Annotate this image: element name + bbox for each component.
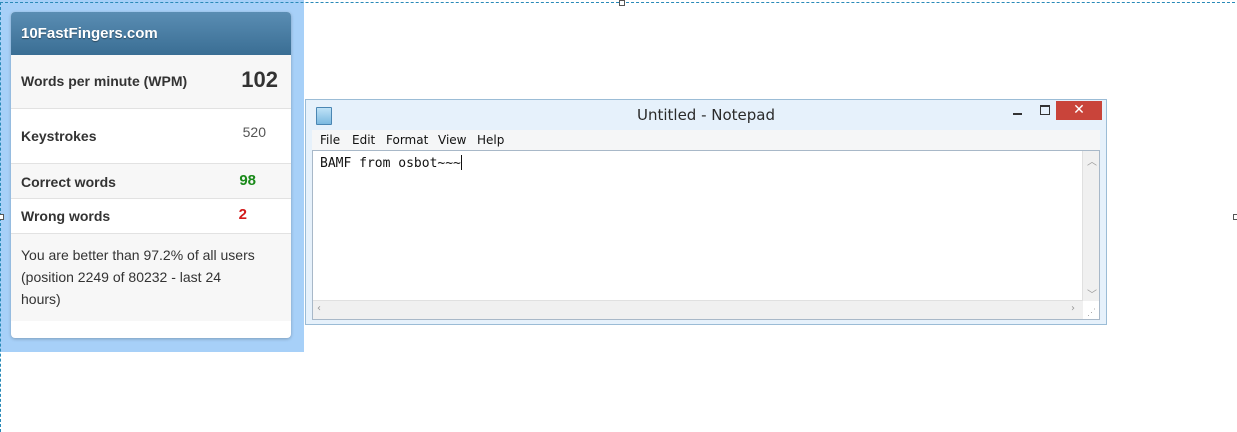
scroll-down-icon[interactable]: ﹀ <box>1087 286 1097 301</box>
scroll-right-icon[interactable]: › <box>1071 303 1075 314</box>
menu-edit[interactable]: Edit <box>352 133 375 147</box>
wpm-value: 102 <box>241 67 278 92</box>
title-bar[interactable]: Untitled - Notepad ✕ <box>306 100 1106 130</box>
menu-file[interactable]: File <box>320 133 340 147</box>
typing-results-card: 10FastFingers.com Words per minute (WPM)… <box>11 12 291 338</box>
minimize-icon <box>1013 113 1022 115</box>
vertical-scrollbar[interactable]: ︿ ﹀ <box>1082 151 1099 301</box>
menu-view[interactable]: View <box>438 133 466 147</box>
minimize-button[interactable] <box>1005 101 1031 119</box>
window-title: Untitled - Notepad <box>636 106 776 124</box>
resize-handle-right[interactable] <box>1233 214 1237 220</box>
horizontal-scrollbar[interactable]: ‹ › <box>313 300 1083 319</box>
ranking-note: You are better than 97.2% of all users (… <box>11 234 291 321</box>
menu-format[interactable]: Format <box>386 133 428 147</box>
correct-words-value: 98 <box>239 172 256 189</box>
close-icon: ✕ <box>1073 102 1085 118</box>
wrong-words-label: Wrong words <box>21 208 111 224</box>
scroll-up-icon[interactable]: ︿ <box>1087 153 1097 168</box>
resize-grip-icon[interactable]: ⋰ <box>1087 307 1097 317</box>
close-button[interactable]: ✕ <box>1056 101 1102 120</box>
ranking-note-line1: You are better than 97.2% of all users <box>21 247 255 263</box>
resize-handle-left[interactable] <box>0 214 4 220</box>
card-header: 10FastFingers.com <box>11 12 291 55</box>
editor-text: BAMF from osbot~~~ <box>320 156 461 171</box>
correct-words-row: Correct words 98 <box>11 164 291 199</box>
keystrokes-value: 520 <box>242 124 266 140</box>
correct-words-label: Correct words <box>21 174 116 190</box>
wrong-words-value: 2 <box>238 206 247 223</box>
wrong-words-row: Wrong words 2 <box>11 199 291 234</box>
text-editor[interactable]: BAMF from osbot~~~ ︿ ﹀ ‹ › ⋰ <box>312 150 1100 320</box>
wpm-row: Words per minute (WPM) 102 <box>11 55 291 109</box>
notepad-window[interactable]: Untitled - Notepad ✕ File Edit Format Vi… <box>305 99 1107 325</box>
menu-bar: File Edit Format View Help <box>312 130 1100 150</box>
keystrokes-label: Keystrokes <box>21 128 97 144</box>
ranking-note-line3: hours) <box>21 291 61 307</box>
keystrokes-row: Keystrokes 520 <box>11 109 291 164</box>
maximize-button[interactable] <box>1032 101 1058 119</box>
resize-handle-top[interactable] <box>619 0 625 6</box>
text-caret <box>460 155 462 170</box>
wpm-label: Words per minute (WPM) <box>21 73 188 89</box>
maximize-icon <box>1040 105 1050 115</box>
scroll-left-icon[interactable]: ‹ <box>317 303 321 314</box>
ranking-note-line2: (position 2249 of 80232 - last 24 <box>21 269 222 285</box>
menu-help[interactable]: Help <box>477 133 504 147</box>
editor-content[interactable]: BAMF from osbot~~~ <box>320 155 462 171</box>
